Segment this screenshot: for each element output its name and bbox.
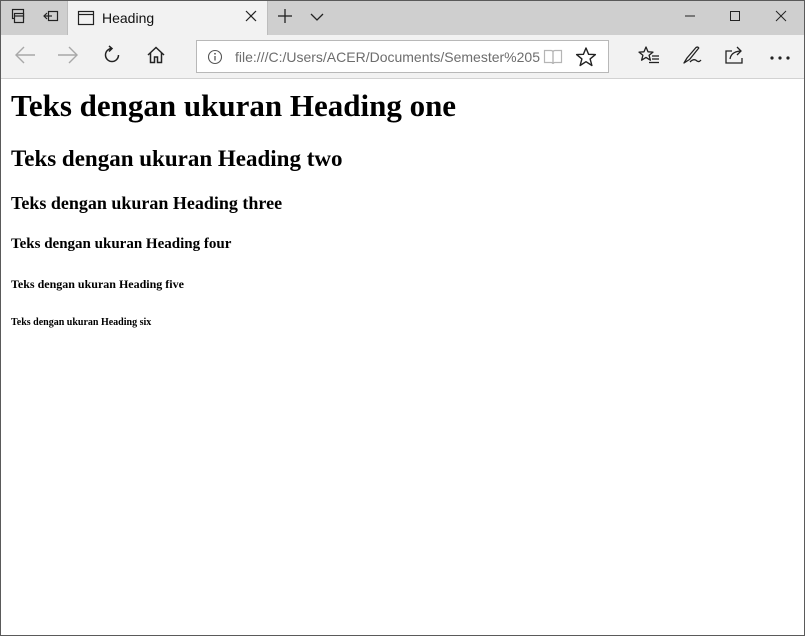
new-tab-button[interactable] [269,1,301,35]
tab-list-button[interactable] [301,1,333,35]
more-button[interactable] [760,35,800,79]
more-icon [769,48,791,66]
plus-icon [277,8,293,29]
heading-three: Teks dengan ukuran Heading three [11,193,283,213]
maximize-icon [729,9,741,27]
minimize-button[interactable] [668,1,712,35]
tabs-aside-icon [10,8,26,29]
tab-title: Heading [102,10,155,26]
book-icon[interactable] [543,48,563,71]
tab-preview-icon [43,8,59,29]
share-button[interactable] [715,35,755,79]
arrow-right-icon [57,46,79,69]
refresh-icon [102,44,122,70]
arrow-left-icon [14,46,36,69]
star-icon[interactable] [575,46,597,73]
heading-five: Teks dengan ukuran Heading five [11,277,184,291]
heading-one: Teks dengan ukuran Heading one [11,88,457,123]
back-button[interactable] [5,35,45,79]
pen-icon [681,45,703,70]
page-content: Teks dengan ukuran Heading one Teks deng… [1,80,804,635]
tab-preview-button[interactable] [35,1,67,35]
close-tab-button[interactable] [241,8,261,28]
forward-button[interactable] [48,35,88,79]
favorites-hub-button[interactable] [629,35,669,79]
close-icon [245,9,257,27]
heading-six: Teks dengan ukuran Heading six [11,317,152,328]
chevron-down-icon [310,9,324,27]
maximize-button[interactable] [712,1,758,35]
browser-window: Heading file:///C:/Users/ACER/Documents/… [0,0,805,636]
navigation-bar: file:///C:/Users/ACER/Documents/Semester… [1,35,804,79]
address-url[interactable]: file:///C:/Users/ACER/Documents/Semester… [235,49,540,65]
tabs-aside-button[interactable] [1,1,35,35]
address-bar[interactable]: file:///C:/Users/ACER/Documents/Semester… [196,40,609,73]
title-bar: Heading [1,1,804,35]
minimize-icon [684,9,696,27]
heading-four: Teks dengan ukuran Heading four [11,236,232,252]
page-icon [77,10,95,31]
tab-active[interactable]: Heading [67,1,268,35]
home-button[interactable] [136,35,176,79]
close-window-button[interactable] [758,1,804,35]
heading-two: Teks dengan ukuran Heading two [11,146,343,171]
refresh-button[interactable] [92,35,132,79]
notes-button[interactable] [672,35,712,79]
star-list-icon [638,45,660,70]
home-icon [146,45,166,70]
share-icon [724,45,746,70]
info-icon[interactable] [207,49,223,70]
close-icon [775,9,787,27]
